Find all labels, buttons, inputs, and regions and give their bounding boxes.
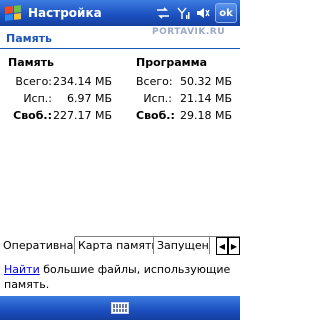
program-used-label: Исп.: [143,92,172,105]
program-free-row: Своб.: 29.18 МБ [136,107,236,124]
signal-icon[interactable] [175,5,191,21]
program-free-label: Своб.: [136,109,175,122]
memory-used-row: Исп.: 6.97 МБ [8,90,116,107]
ok-button[interactable]: ok [215,3,237,23]
tab-strip: Оперативная Карта памяти Запущенные ◀ ▶ [0,236,240,255]
tab-running-programs[interactable]: Запущенные [154,236,210,254]
tab-scroll-right-icon[interactable]: ▶ [228,237,240,255]
program-total-label: Всего: [136,75,173,88]
program-heading: Программа [136,56,208,69]
memory-used-label: Исп.: [23,92,52,105]
start-button[interactable] [0,0,26,26]
memory-column: Память Всего: 234.14 МБ Исп.: 6.97 МБ Св… [8,56,116,124]
program-used-value: 21.14 МБ [179,92,232,105]
program-total-row: Всего: 50.32 МБ [136,73,236,90]
program-used-row: Исп.: 21.14 МБ [136,90,236,107]
program-column: Программа Всего: 50.32 МБ Исп.: 21.14 МБ… [136,56,236,124]
memory-heading: Память [8,56,55,69]
tab-scroll-arrows: ◀ ▶ [216,237,240,255]
app-title: Настройка [28,6,102,20]
page-title: Память [6,32,53,45]
windows-flag-icon [5,5,21,21]
tab-storage-card[interactable]: Карта памяти [75,236,154,254]
bottom-menu-bar [0,296,240,320]
program-total-value: 50.32 МБ [179,75,232,88]
memory-free-row: Своб.: 227.17 МБ [8,107,116,124]
keyboard-icon[interactable] [111,302,129,314]
tab-main-memory[interactable]: Оперативная [0,236,75,254]
memory-free-label: Своб.: [13,109,52,122]
memory-free-value: 227.17 МБ [52,109,112,122]
speaker-icon[interactable] [195,5,211,21]
memory-used-value: 6.97 МБ [66,92,112,105]
watermark: PORTAVIK.RU [152,27,226,37]
memory-total-value: 234.14 МБ [52,75,112,88]
find-large-files-link[interactable]: Найти [4,263,40,276]
memory-total-row: Всего: 234.14 МБ [8,73,116,90]
heading-divider [0,48,240,49]
connectivity-icon[interactable] [155,5,171,21]
hint-text: Найти большие файлы, использующие память… [4,262,236,292]
program-free-value: 29.18 МБ [179,109,232,122]
title-bar: Настройка ok [0,0,240,26]
tab-scroll-left-icon[interactable]: ◀ [216,237,228,255]
memory-total-label: Всего: [15,75,52,88]
